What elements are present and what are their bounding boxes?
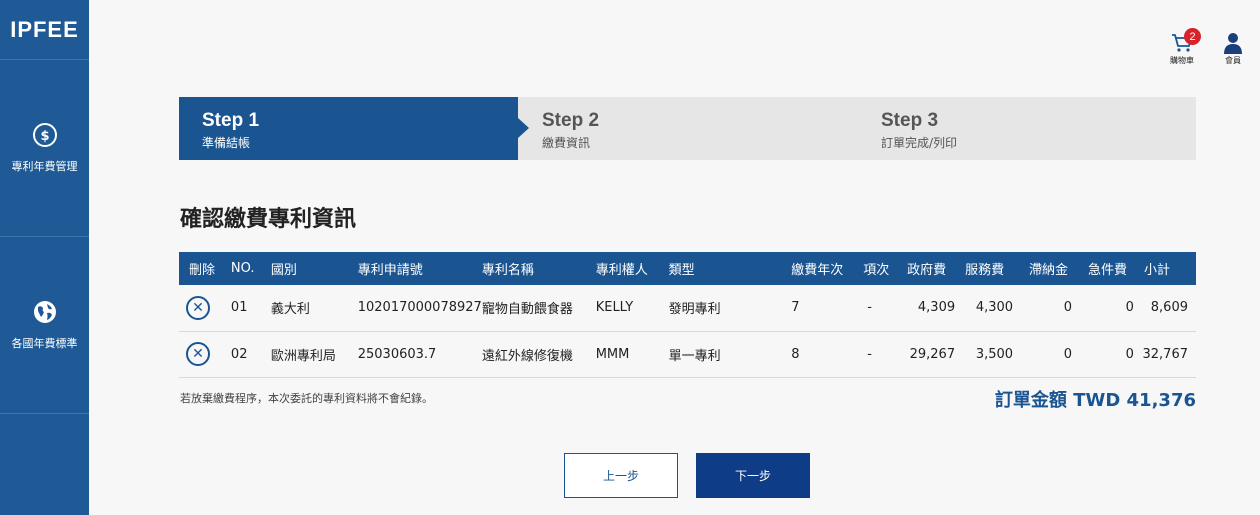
table-row: ✕ 01 義大利 102017000078927 寵物自動餵食器 KELLY 發…	[179, 285, 1196, 332]
col-header-application-no: 專利申請號	[357, 252, 482, 285]
step-title: Step 3	[881, 110, 939, 131]
col-header-no: NO.	[230, 252, 271, 285]
col-header-gov-fee: 政府費	[907, 252, 956, 285]
cell-gov-fee: 4,309	[907, 285, 956, 332]
sidebar: IPFEE $ 專利年費管理 各國年費標準	[0, 0, 89, 515]
sidebar-item-annual-fee-management[interactable]: $ 專利年費管理	[0, 60, 89, 237]
delete-row-button[interactable]: ✕	[186, 295, 210, 320]
cart-count-badge: 2	[1184, 28, 1201, 45]
col-header-service-fee: 服務費	[955, 252, 1020, 285]
col-header-patent-name: 專利名稱	[481, 252, 596, 285]
col-header-subtotal: 小計	[1136, 252, 1196, 285]
cell-payment-year: 7	[791, 285, 864, 332]
cart-label: 購物車	[1170, 56, 1194, 65]
cart-button[interactable]: 2 購物車	[1170, 28, 1201, 66]
table-row: ✕ 02 歐洲專利局 25030603.7 遠紅外線修復機 MMM 單一專利 8…	[179, 331, 1196, 378]
cell-late-fee: 0	[1019, 285, 1078, 332]
logo[interactable]: IPFEE	[0, 0, 89, 60]
step-progress: Step 1 準備結帳 Step 2 繳費資訊 Step 3 訂單完成/列印	[179, 97, 1196, 160]
cell-late-fee: 0	[1019, 331, 1078, 378]
dollar-circle-icon: $	[32, 123, 57, 147]
step-1: Step 1 準備結帳	[179, 97, 529, 160]
col-header-type: 類型	[668, 252, 792, 285]
cell-type: 單一專利	[668, 331, 792, 378]
step-subtitle: 訂單完成/列印	[881, 136, 958, 150]
svg-text:$: $	[40, 129, 49, 144]
col-header-delete: 刪除	[179, 252, 231, 285]
cell-application-no: 25030603.7	[357, 331, 482, 378]
cell-country: 歐洲專利局	[270, 331, 358, 378]
cell-subtotal: 8,609	[1136, 285, 1196, 332]
step-title: Step 1	[202, 110, 260, 131]
page-title: 確認繳費專利資訊	[180, 207, 357, 232]
member-label: 會員	[1225, 56, 1241, 65]
col-header-payment-year: 繳費年次	[791, 252, 864, 285]
cell-item: -	[863, 285, 908, 332]
globe-icon	[33, 301, 56, 323]
step-3: Step 3 訂單完成/列印	[857, 97, 957, 160]
user-icon	[1224, 33, 1242, 54]
col-header-country: 國別	[270, 252, 358, 285]
cell-subtotal: 32,767	[1136, 331, 1196, 378]
col-header-urgent-fee: 急件費	[1077, 252, 1137, 285]
step-subtitle: 準備結帳	[202, 136, 251, 150]
cell-item: -	[863, 331, 908, 378]
cell-service-fee: 3,500	[955, 331, 1020, 378]
cell-urgent-fee: 0	[1077, 331, 1137, 378]
step-subtitle: 繳費資訊	[542, 136, 591, 150]
order-total: 訂單金額 TWD 41,376	[994, 390, 1196, 411]
cell-no: 02	[230, 331, 271, 378]
member-button[interactable]: 會員	[1222, 32, 1244, 66]
sidebar-item-country-fee-standards[interactable]: 各國年費標準	[0, 237, 89, 414]
table-header-row: 刪除 NO. 國別 專利申請號 專利名稱 專利權人 類型 繳費年次 項次 政府費…	[179, 252, 1196, 285]
prev-step-button[interactable]: 上一步	[564, 453, 678, 498]
cell-application-no: 102017000078927	[357, 285, 482, 332]
patent-fee-table: 刪除 NO. 國別 專利申請號 專利名稱 專利權人 類型 繳費年次 項次 政府費…	[179, 252, 1196, 378]
sidebar-item-label: 各國年費標準	[11, 337, 78, 350]
cell-urgent-fee: 0	[1077, 285, 1137, 332]
cell-country: 義大利	[270, 285, 358, 332]
cell-patent-name: 遠紅外線修復機	[481, 331, 596, 378]
sidebar-item-label: 專利年費管理	[11, 160, 78, 173]
cell-type: 發明專利	[668, 285, 792, 332]
cell-service-fee: 4,300	[955, 285, 1020, 332]
cell-payment-year: 8	[791, 331, 864, 378]
col-header-late-fee: 滯納金	[1019, 252, 1078, 285]
cell-owner: KELLY	[595, 285, 669, 332]
cell-gov-fee: 29,267	[907, 331, 956, 378]
cell-owner: MMM	[595, 331, 669, 378]
col-header-item: 項次	[863, 252, 908, 285]
abandon-note: 若放棄繳費程序，本次委託的專利資料將不會紀錄。	[180, 392, 433, 405]
step-title: Step 2	[542, 110, 600, 131]
cell-no: 01	[230, 285, 271, 332]
step-2: Step 2 繳費資訊	[518, 97, 599, 160]
col-header-owner: 專利權人	[595, 252, 669, 285]
cell-patent-name: 寵物自動餵食器	[481, 285, 596, 332]
next-step-button[interactable]: 下一步	[696, 453, 810, 498]
delete-row-button[interactable]: ✕	[186, 342, 210, 366]
